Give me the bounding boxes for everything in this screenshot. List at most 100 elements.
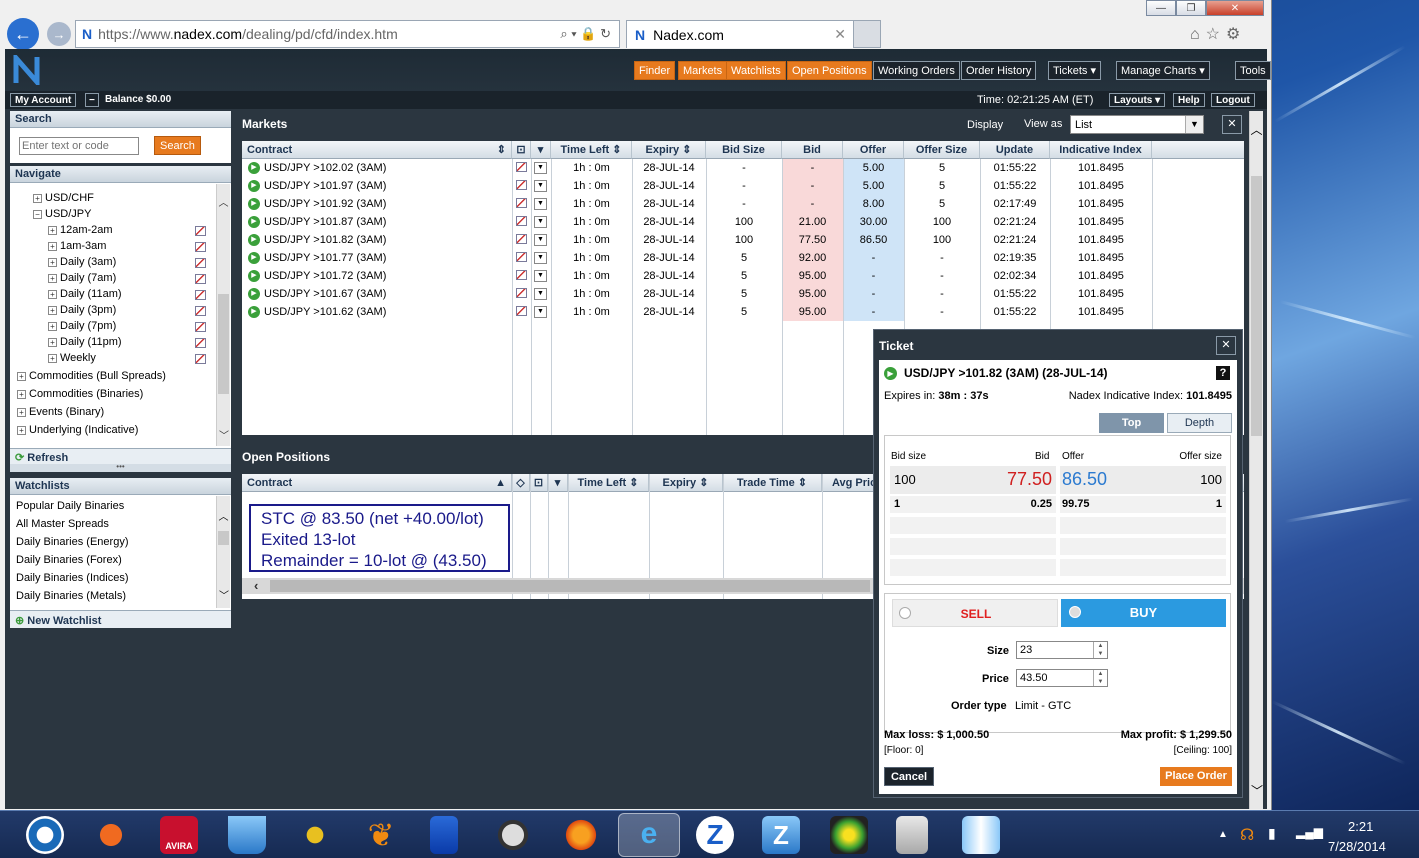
market-row[interactable]: USD/JPY >101.72 (3AM) 1h : 0m 28-JUL-14 5 95… (242, 267, 1244, 285)
nav-manage-charts[interactable]: Manage Charts ▾ (1116, 61, 1210, 80)
cell-offer[interactable]: 5.00 (843, 177, 904, 195)
expand-icon[interactable]: + (48, 257, 57, 267)
watchlists-scrollbar[interactable]: ︿ ﹀ (216, 496, 230, 608)
new-tab-button[interactable] (853, 20, 881, 48)
cell-offer[interactable]: 5.00 (843, 159, 904, 177)
tree-item-usdchf[interactable]: + USD/CHF (33, 192, 94, 204)
chart-icon[interactable] (516, 288, 527, 298)
cell-bid[interactable]: 95.00 (782, 285, 843, 303)
scroll-thumb[interactable] (1251, 176, 1262, 436)
scroll-up-icon[interactable]: ︿ (1250, 121, 1263, 138)
col-bid-size[interactable]: Bid Size (706, 141, 782, 159)
scroll-up-icon[interactable]: ︿ (217, 508, 230, 523)
tray-headset-icon[interactable]: ☊ (1240, 825, 1254, 845)
help-button[interactable]: Help (1173, 93, 1205, 107)
minimize-button[interactable]: — (1146, 0, 1176, 16)
tree-item-daily-3pm[interactable]: + Daily (3pm) (48, 304, 116, 316)
row-menu-icon[interactable]: ▼ (534, 252, 547, 264)
tree-item-usdjpy[interactable]: − USD/JPY (33, 208, 91, 220)
row-menu-icon[interactable]: ▼ (534, 270, 547, 282)
logout-button[interactable]: Logout (1211, 93, 1255, 107)
col-contract[interactable]: Contract ⇕ (242, 141, 512, 159)
col-bid[interactable]: Bid (782, 141, 843, 159)
nav-finder[interactable]: Finder (634, 61, 676, 80)
cell-bid[interactable]: - (782, 159, 843, 177)
z-app-icon[interactable]: Z (696, 816, 734, 854)
phone-app-icon[interactable] (430, 816, 458, 854)
recycle-app-icon[interactable] (92, 816, 130, 854)
expand-icon[interactable]: + (48, 225, 57, 235)
expand-icon[interactable]: + (17, 371, 26, 381)
book-app-icon[interactable] (962, 816, 1000, 854)
my-account-button[interactable]: My Account (10, 93, 77, 107)
cell-bid[interactable]: 95.00 (782, 303, 843, 321)
chart-icon[interactable] (195, 306, 206, 316)
tree-item-daily-11am[interactable]: + Daily (11am) (48, 288, 122, 300)
cell-offer[interactable]: 8.00 (843, 195, 904, 213)
nav-open-positions[interactable]: Open Positions (787, 61, 872, 80)
collapse-icon[interactable]: − (85, 93, 99, 107)
expand-icon[interactable]: + (17, 407, 26, 417)
size-stepper-icon[interactable]: ▲ ▼ (1093, 642, 1107, 658)
market-row[interactable]: USD/JPY >102.02 (3AM) 1h : 0m 28-JUL-14- -5… (242, 159, 1244, 177)
back-button[interactable]: ← (7, 18, 39, 50)
best-bid-row[interactable]: 100 77.50 (890, 466, 1056, 494)
cell-bid[interactable]: 77.50 (782, 231, 843, 249)
avira-icon[interactable]: AVIRA (160, 816, 198, 854)
scroll-thumb[interactable] (218, 531, 229, 545)
markets-close-icon[interactable]: ✕ (1222, 115, 1242, 134)
ticket-close-icon[interactable]: ✕ (1216, 336, 1236, 355)
row-menu-icon[interactable]: ▼ (534, 234, 547, 246)
forward-button[interactable]: → (47, 22, 71, 46)
row-menu-icon[interactable]: ▼ (534, 162, 547, 174)
nav-watchlists[interactable]: Watchlists (726, 61, 786, 80)
market-row[interactable]: USD/JPY >101.82 (3AM) 1h : 0m 28-JUL-14 100… (242, 231, 1244, 249)
market-row[interactable]: USD/JPY >101.77 (3AM) 1h : 0m 28-JUL-14 5 92… (242, 249, 1244, 267)
row-menu-icon[interactable]: ▼ (534, 216, 547, 228)
pos-col-trade-time[interactable]: Trade Time ⇕ (723, 474, 822, 492)
chart-icon[interactable] (195, 354, 206, 364)
sell-button[interactable]: SELL (892, 599, 1058, 627)
expand-icon[interactable]: + (33, 193, 42, 203)
expand-icon[interactable]: + (48, 273, 57, 283)
tab-depth[interactable]: Depth (1167, 413, 1232, 433)
tree-item-commodities-binaries[interactable]: + Commodities (Binaries) (17, 388, 143, 400)
place-order-button[interactable]: Place Order (1160, 767, 1232, 786)
internet-explorer-icon[interactable]: e (618, 813, 680, 857)
pos-col-contract[interactable]: Contract ▲ (242, 474, 512, 492)
row-menu-icon[interactable]: ▼ (534, 198, 547, 210)
chart-icon[interactable] (516, 306, 527, 316)
market-row[interactable]: USD/JPY >101.92 (3AM) 1h : 0m 28-JUL-14- -8… (242, 195, 1244, 213)
tray-expand-icon[interactable]: ▲ (1218, 829, 1228, 840)
best-offer-row[interactable]: 86.50 100 (1060, 466, 1226, 494)
url-field[interactable]: N https://www. nadex.com/dealing/pd/cfd/i… (75, 20, 620, 48)
chart-icon[interactable] (516, 216, 527, 226)
pos-col-expiry[interactable]: Expiry ⇕ (649, 474, 723, 492)
watchlist-item[interactable]: Daily Binaries (Metals) (16, 590, 126, 602)
new-watchlist-button[interactable]: ⊕ New Watchlist (10, 610, 231, 628)
col-time-left[interactable]: Time Left ⇕ (551, 141, 632, 159)
buy-button[interactable]: BUY (1061, 599, 1226, 627)
watchlist-item[interactable]: Daily Binaries (Forex) (16, 554, 122, 566)
tree-item-daily-7am[interactable]: + Daily (7am) (48, 272, 116, 284)
expand-icon[interactable]: + (48, 321, 57, 331)
tree-item-daily-11pm[interactable]: + Daily (11pm) (48, 336, 122, 348)
cell-bid[interactable]: - (782, 195, 843, 213)
nav-order-history[interactable]: Order History (961, 61, 1037, 80)
col-menu-icon[interactable]: ▾ (531, 141, 551, 159)
tree-item-daily-3am[interactable]: + Daily (3am) (48, 256, 116, 268)
chart-icon[interactable] (516, 198, 527, 208)
scroll-up-icon[interactable]: ︿ (217, 194, 230, 209)
cell-offer[interactable]: - (843, 267, 904, 285)
cell-bid[interactable]: 21.00 (782, 213, 843, 231)
pos-col-menu-icon[interactable]: ▾ (548, 474, 568, 492)
tree-item-weekly[interactable]: + Weekly (48, 352, 96, 364)
chart-icon[interactable] (195, 258, 206, 268)
clock-time-tray[interactable]: 2:21 (1348, 819, 1373, 834)
nav-tools[interactable]: Tools (1235, 61, 1271, 80)
expand-icon[interactable]: + (17, 389, 26, 399)
browser-tools-icons[interactable]: ⌂☆⚙ (1190, 24, 1246, 44)
chart-icon[interactable] (195, 242, 206, 252)
tab-close-icon[interactable]: ✕ (834, 26, 846, 43)
chart-icon[interactable] (516, 180, 527, 190)
